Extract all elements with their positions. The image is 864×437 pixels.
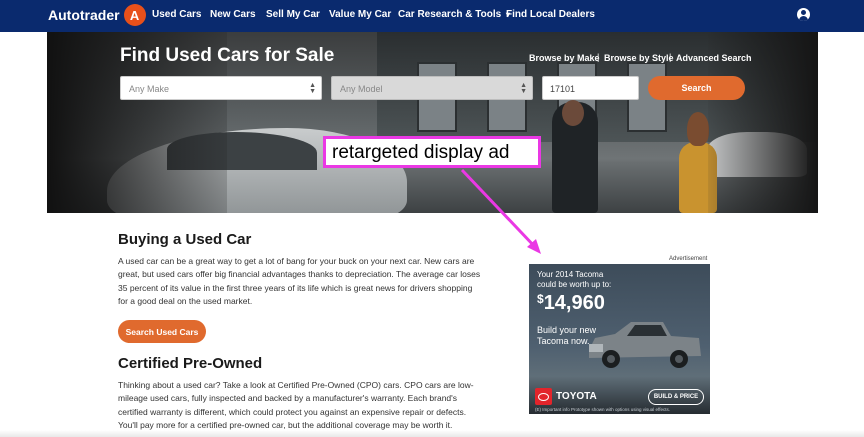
advertisement-label: Advertisement — [669, 256, 708, 262]
build-and-price-button[interactable]: BUILD & PRICE — [648, 389, 704, 405]
zip-code-value: 17101 — [550, 84, 576, 94]
ad-headline-line2: could be worth up to: — [537, 280, 612, 289]
ad-price-prefix: $ — [537, 292, 544, 306]
annotation-label: retargeted display ad — [323, 136, 541, 168]
ad-fine-print: (E) Important info Prototype shown with … — [535, 407, 670, 412]
link-separator: | — [669, 52, 672, 62]
account-circle-icon[interactable] — [797, 8, 810, 21]
search-button[interactable]: Search — [648, 76, 745, 100]
nav-used-cars[interactable]: Used Cars — [152, 9, 201, 20]
toyota-logo-icon — [535, 388, 552, 405]
logo-badge-icon: A — [123, 4, 146, 26]
search-used-cars-button[interactable]: Search Used Cars — [118, 320, 206, 343]
ad-price: $14,960 — [537, 292, 605, 315]
ad-brand-name: TOYOTA — [556, 391, 597, 402]
nav-new-cars[interactable]: New Cars — [210, 9, 256, 20]
advanced-search-link[interactable]: Advanced Search — [676, 53, 752, 63]
nav-sell-my-car[interactable]: Sell My Car — [266, 9, 320, 20]
select-arrows-icon: ▲ ▼ — [309, 82, 316, 95]
make-select-value: Any Make — [129, 84, 170, 94]
nav-car-research-tools[interactable]: Car Research & Tools ▾ — [398, 9, 510, 20]
ad-headline-line1: Your 2014 Tacoma — [537, 270, 604, 279]
toyota-display-ad[interactable]: Your 2014 Tacoma could be worth up to: $… — [529, 264, 710, 414]
autotrader-logo[interactable]: Autotrader A — [48, 4, 146, 26]
certified-pre-owned-heading: Certified Pre-Owned — [118, 355, 263, 372]
select-arrows-icon: ▲ ▼ — [520, 82, 527, 95]
browse-by-style-link[interactable]: Browse by Style — [604, 53, 674, 63]
ad-price-value: 14,960 — [543, 292, 605, 314]
logo-text: Autotrader — [48, 7, 120, 23]
nav-car-research-tools-label: Car Research & Tools — [398, 9, 502, 20]
browse-by-make-link[interactable]: Browse by Make — [529, 53, 600, 63]
buying-used-car-heading: Buying a Used Car — [118, 231, 252, 248]
link-separator: | — [597, 52, 600, 62]
ad-build-line2: Tacoma now. — [537, 336, 590, 346]
page-title: Find Used Cars for Sale — [120, 45, 335, 66]
nav-find-local-dealers[interactable]: Find Local Dealers — [506, 9, 595, 20]
top-nav-bar: Autotrader A Used Cars New Cars Sell My … — [0, 0, 864, 32]
model-select[interactable]: Any Model ▲ ▼ — [331, 76, 533, 100]
zip-code-input[interactable]: 17101 — [542, 76, 639, 100]
buying-used-car-paragraph: A used car can be a great way to get a l… — [118, 256, 481, 307]
toyota-tacoma-truck-image — [589, 322, 701, 368]
nav-value-my-car[interactable]: Value My Car — [329, 9, 391, 20]
certified-pre-owned-paragraph: Thinking about a used car? Take a look a… — [118, 380, 474, 431]
make-select[interactable]: Any Make ▲ ▼ — [120, 76, 322, 100]
model-select-value: Any Model — [340, 84, 383, 94]
